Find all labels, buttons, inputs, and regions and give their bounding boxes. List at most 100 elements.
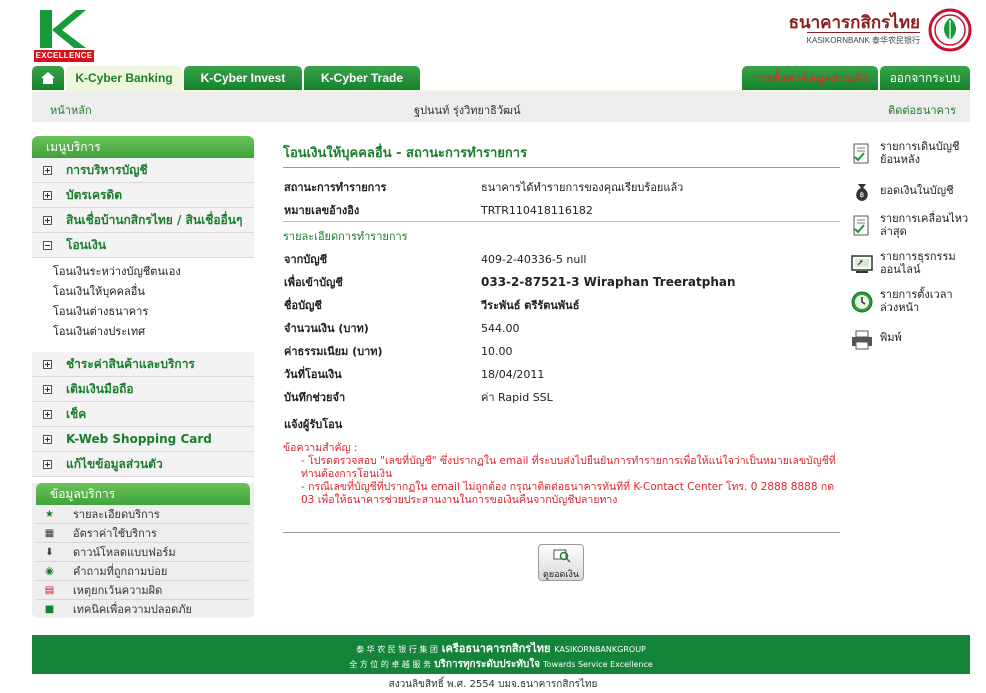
- notify-recipient-label: แจ้งผู้รับโอน: [284, 418, 343, 431]
- info-item-label: อัตราค่าใช้บริการ: [73, 527, 157, 540]
- question-icon: ◉: [45, 566, 54, 577]
- service-info-box: ข้อมูลบริการ ★ รายละเอียดบริการ ▦ อัตราค…: [32, 483, 254, 618]
- detail-value: 18/04/2011: [481, 368, 545, 381]
- k-excellence-logo[interactable]: EXCELLENCE: [34, 8, 94, 62]
- service-menu: เมนูบริการ การบริหารบัญชี บัตรเครดิต สิน…: [32, 136, 254, 477]
- submenu-third-party-transfer[interactable]: โอนเงินให้บุคคลอื่น: [53, 282, 254, 302]
- k-logo-icon: [40, 10, 86, 48]
- copyright-text: สงวนลิขสิทธิ์ พ.ศ. 2554 บมจ.ธนาคารกสิกรไ…: [388, 679, 598, 690]
- info-item-disclaimer[interactable]: ▤ เหตุยกเว้นความผิด: [36, 581, 250, 600]
- sidebar-item-k-web-shopping-card[interactable]: K-Web Shopping Card: [32, 427, 254, 452]
- sidebar-item-label: เติมเงินมือถือ: [66, 382, 134, 396]
- info-item-faq[interactable]: ◉ คำถามที่ถูกถามบ่อย: [36, 562, 250, 581]
- footer-cn-text: 全 方 位 的 卓 越 服 务: [349, 660, 432, 669]
- notice-item: - โปรดตรวจสอบ "เลขที่บัญชี" ซึ่งปรากฏใน …: [301, 455, 836, 480]
- check-balance-button[interactable]: ดูยอดเงิน: [538, 544, 584, 581]
- notice-title: ข้อความสำคัญ :: [283, 442, 358, 454]
- sidebar-item-loans[interactable]: สินเชื่อบ้านกสิกรไทย / สินเชื่ออื่นๆ: [32, 208, 254, 233]
- recent-activity-icon: [853, 215, 869, 236]
- submenu-own-account-transfer[interactable]: โอนเงินระหว่างบัญชีตนเอง: [53, 262, 254, 282]
- tab-k-cyber-invest[interactable]: K-Cyber Invest: [184, 66, 302, 90]
- detail-row: บันทึกช่วยจำ ค่า Rapid SSL: [283, 386, 840, 409]
- logout-button[interactable]: ออกจากระบบ: [880, 66, 970, 90]
- sidebar-item-label: การบริหารบัญชี: [66, 163, 148, 177]
- submenu-interbank-transfer[interactable]: โอนเงินต่างธนาคาร: [53, 302, 254, 322]
- detail-value: 033-2-87521-3 Wiraphan Treeratphan: [481, 275, 736, 289]
- sidebar-item-credit-card[interactable]: บัตรเครดิต: [32, 183, 254, 208]
- sidebar-item-label: สินเชื่อบ้านกสิกรไทย / สินเชื่ออื่นๆ: [66, 213, 243, 227]
- money-bag-icon: ฿: [856, 184, 868, 201]
- info-item-download-forms[interactable]: ⬇ ดาวน์โหลดแบบฟอร์ม: [36, 543, 250, 562]
- divider: [283, 532, 840, 533]
- detail-row: วันที่โอนเงิน 18/04/2011: [283, 363, 840, 386]
- tab-personal-settings[interactable]: การตั้งค่าข้อมูลส่วนตัว: [742, 66, 878, 90]
- quick-links-panel: รายการเดินบัญชีย้อนหลัง ฿ ยอดเงินในบัญชี…: [850, 140, 970, 356]
- sidebar-item-label: แก้ไขข้อมูลส่วนตัว: [66, 457, 163, 471]
- kasikornbank-logo: ธนาคารกสิกรไทย KASIKORNBANK 泰华农民银行: [789, 8, 972, 52]
- footer-thai-text: เครือธนาคารกสิกรไทย: [441, 642, 551, 655]
- contact-bank-link[interactable]: ติดต่อธนาคาร: [888, 101, 956, 119]
- detail-row: ค่าธรรมเนียม (บาท) 10.00: [283, 340, 840, 363]
- quick-link-label: ยอดเงินในบัญชี: [880, 184, 954, 197]
- quick-link-scheduled[interactable]: รายการตั้งเวลาล่วงหน้า: [850, 288, 970, 326]
- statement-icon: [853, 143, 869, 164]
- quick-link-recent-activity[interactable]: รายการเคลื่อนไหวล่าสุด: [850, 212, 970, 250]
- sidebar-item-edit-profile[interactable]: แก้ไขข้อมูลส่วนตัว: [32, 452, 254, 477]
- quick-link-online-transactions[interactable]: รายการธุรกรรมออนไลน์: [850, 250, 970, 288]
- home-icon: [41, 72, 55, 84]
- lock-icon: ■: [44, 604, 55, 615]
- detail-row: ชื่อบัญชี วีระพันธ์ ตรีรัตนพันธ์: [283, 294, 840, 317]
- quick-link-label: รายการตั้งเวลาล่วงหน้า: [880, 288, 953, 314]
- detail-label: จำนวนเงิน (บาท): [284, 322, 369, 335]
- expand-plus-icon: [43, 385, 52, 394]
- sidebar-item-bill-payment[interactable]: ชำระค่าสินค้าและบริการ: [32, 352, 254, 377]
- quick-link-balance[interactable]: ฿ ยอดเงินในบัญชี: [850, 178, 970, 212]
- footer-line-1: 泰 华 农 民 银 行 集 团 เครือธนาคารกสิกรไทย KASI…: [32, 639, 970, 657]
- info-item-service-details[interactable]: ★ รายละเอียดบริการ: [36, 505, 250, 524]
- tab-k-cyber-trade[interactable]: K-Cyber Trade: [304, 66, 420, 90]
- detail-row: เพื่อเข้าบัญชี 033-2-87521-3 Wiraphan Tr…: [283, 271, 840, 294]
- home-link[interactable]: หน้าหลัก: [50, 101, 92, 119]
- info-item-fees[interactable]: ▦ อัตราค่าใช้บริการ: [36, 524, 250, 543]
- sidebar-item-label: ชำระค่าสินค้าและบริการ: [66, 357, 195, 371]
- quick-link-statement[interactable]: รายการเดินบัญชีย้อนหลัง: [850, 140, 970, 178]
- footer-thai-text: บริการทุกระดับประทับใจ: [434, 659, 540, 670]
- status-label: สถานะการทำรายการ: [284, 181, 387, 194]
- expand-plus-icon: [43, 460, 52, 469]
- detail-row: จากบัญชี 409-2-40336-5 null: [283, 248, 840, 271]
- info-item-security-tips[interactable]: ■ เทคนิคเพื่อความปลอดภัย: [36, 600, 250, 619]
- excellence-label: EXCELLENCE: [34, 50, 94, 62]
- info-item-label: เทคนิคเพื่อความปลอดภัย: [73, 603, 192, 616]
- expand-plus-icon: [43, 410, 52, 419]
- submenu-international-transfer[interactable]: โอนเงินต่างประเทศ: [53, 322, 254, 342]
- detail-label: ชื่อบัญชี: [284, 299, 322, 312]
- sidebar-item-mobile-topup[interactable]: เติมเงินมือถือ: [32, 377, 254, 402]
- online-transaction-icon: [851, 255, 873, 273]
- footer-eng-text: Towards Service Excellence: [543, 660, 653, 669]
- home-tab[interactable]: [32, 66, 64, 90]
- sidebar-item-transfer[interactable]: โอนเงิน: [32, 233, 254, 258]
- footer-banner: 泰 华 农 民 银 行 集 团 เครือธนาคารกสิกรไทย KASI…: [32, 635, 970, 674]
- sidebar-item-label: เช็ค: [66, 407, 87, 421]
- info-item-label: รายละเอียดบริการ: [73, 508, 160, 521]
- sidebar-item-cheque[interactable]: เช็ค: [32, 402, 254, 427]
- info-item-label: เหตุยกเว้นความผิด: [73, 584, 163, 597]
- print-button[interactable]: พิมพ์: [850, 326, 970, 356]
- footer-line-2: 全 方 位 的 卓 越 服 务 บริการทุกระดับประทับใจ T…: [32, 657, 970, 672]
- tab-k-cyber-banking[interactable]: K-Cyber Banking: [66, 66, 182, 90]
- star-icon: ★: [45, 509, 54, 520]
- sidebar-item-label: บัตรเครดิต: [66, 188, 123, 202]
- detail-value: 544.00: [481, 322, 520, 335]
- expand-plus-icon: [43, 360, 52, 369]
- main-tabbar: K-Cyber Banking K-Cyber Invest K-Cyber T…: [32, 66, 970, 90]
- sidebar-item-account-management[interactable]: การบริหารบัญชี: [32, 158, 254, 183]
- detail-value: วีระพันธ์ ตรีรัตนพันธ์: [481, 299, 580, 312]
- download-icon: ⬇: [45, 547, 54, 558]
- check-balance-label: ดูยอดเงิน: [543, 570, 579, 580]
- sidebar-item-label: โอนเงิน: [66, 238, 107, 252]
- clock-icon: [851, 291, 873, 313]
- sub-navigation-bar: หน้าหลัก ฐปนนท์ รุ่งวิทยาธิวัฒน์ ติดต่อธ…: [32, 90, 970, 122]
- status-row: สถานะการทำรายการ ธนาคารได้ทำรายการของคุณ…: [283, 176, 840, 199]
- notice-item: - กรณีเลขที่บัญชีที่ปรากฏใน email ไม่ถูก…: [301, 481, 835, 506]
- transaction-detail-heading: รายละเอียดการทำรายการ: [283, 230, 408, 243]
